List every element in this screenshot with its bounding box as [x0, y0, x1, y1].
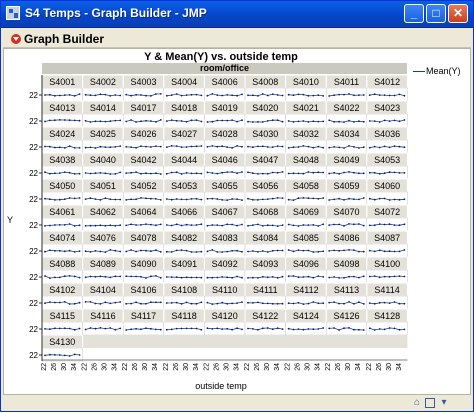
application-window: S4 Temps - Graph Builder - JMP _ □ ✕ Gra…: [0, 0, 474, 412]
red-triangle-menu-icon[interactable]: [11, 34, 21, 44]
title-bar[interactable]: S4 Temps - Graph Builder - JMP _ □ ✕: [1, 1, 473, 28]
y-axis-label[interactable]: Y: [7, 215, 13, 225]
legend-label[interactable]: Mean(Y): [426, 66, 461, 76]
maximize-icon: □: [432, 6, 440, 20]
group-title[interactable]: room/office: [42, 63, 407, 74]
layout-icon[interactable]: [425, 398, 435, 408]
outline-title[interactable]: Graph Builder: [24, 32, 104, 46]
close-button[interactable]: ✕: [448, 4, 468, 23]
legend-swatch: [413, 71, 425, 72]
close-icon: ✕: [452, 6, 464, 20]
minimize-button[interactable]: _: [404, 4, 424, 23]
minimize-icon: _: [410, 6, 418, 20]
maximize-button[interactable]: □: [426, 4, 446, 23]
x-axis-label[interactable]: outside temp: [1, 381, 441, 391]
graph-title: Y & Mean(Y) vs. outside temp: [144, 51, 298, 63]
report-area: [3, 48, 471, 395]
app-icon[interactable]: [6, 6, 20, 20]
window-title: S4 Temps - Graph Builder - JMP: [25, 6, 207, 20]
status-bar: [3, 396, 471, 411]
menu-arrow-icon[interactable]: ▾: [439, 398, 449, 408]
home-icon[interactable]: ⌂: [412, 398, 422, 408]
